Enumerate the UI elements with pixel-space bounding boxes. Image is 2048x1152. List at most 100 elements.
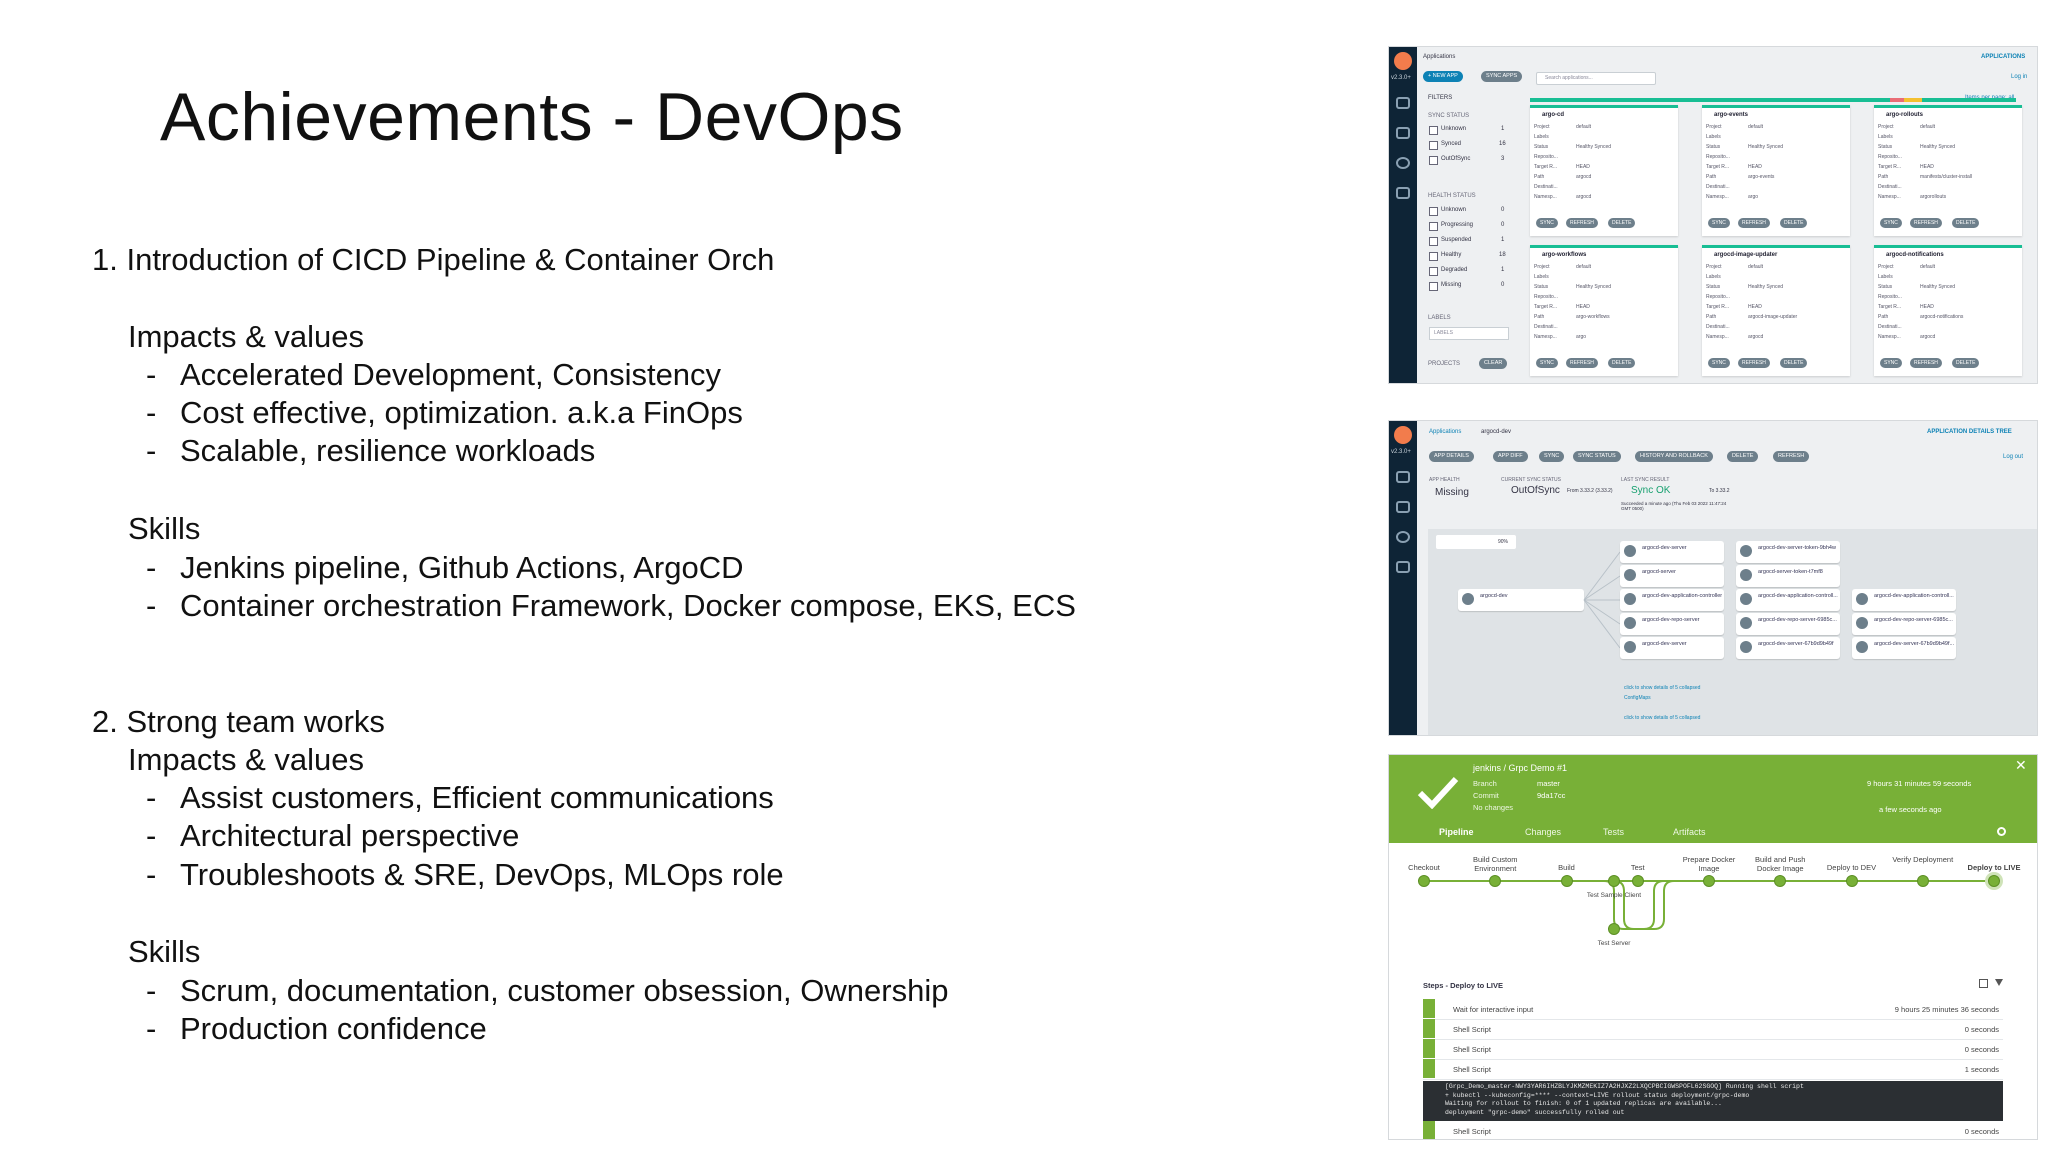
stage-node[interactable] xyxy=(1608,923,1620,935)
tree-node[interactable]: argocd-dev-repo-server-6985c... xyxy=(1736,613,1840,635)
applications-nav-icon[interactable] xyxy=(1396,97,1410,109)
user-nav-icon[interactable] xyxy=(1396,157,1410,169)
app-card[interactable]: argocd-notifications Project default Labels… xyxy=(1874,245,2022,376)
node-name: argocd-dev-application-controller xyxy=(1642,593,1723,599)
tree-node[interactable]: argocd-server-token-t7mf8 xyxy=(1736,565,1840,587)
stage-node[interactable] xyxy=(1560,875,1573,887)
step-row[interactable]: Shell Script 0 seconds xyxy=(1423,1121,2003,1139)
sync-status-button[interactable]: SYNC STATUS xyxy=(1573,451,1621,462)
stage-node[interactable] xyxy=(1845,875,1858,887)
open-external-icon[interactable] xyxy=(1979,979,1988,988)
app-card-refresh-button[interactable]: REFRESH xyxy=(1910,358,1942,368)
user-nav-icon[interactable] xyxy=(1396,531,1410,543)
tree-node[interactable]: argocd-dev-repo-server xyxy=(1620,613,1724,635)
app-card-delete-button[interactable]: DELETE xyxy=(1780,358,1808,368)
stage-node[interactable] xyxy=(1916,875,1929,887)
app-card[interactable]: argo-cd Project default Labels Status Healthy… xyxy=(1530,105,1678,236)
step-row[interactable]: Shell Script 0 seconds xyxy=(1423,1039,2003,1060)
app-card-refresh-button[interactable]: REFRESH xyxy=(1910,218,1942,228)
stage-node[interactable] xyxy=(1631,875,1644,887)
tab-changes[interactable]: Changes xyxy=(1525,827,1561,837)
filter-checkbox[interactable] xyxy=(1429,267,1438,276)
app-card-key: Status xyxy=(1534,144,1549,150)
tree-node[interactable]: argocd-dev-application-controller xyxy=(1620,589,1724,611)
docs-nav-icon[interactable] xyxy=(1396,561,1410,573)
search-input[interactable]: Search applications... xyxy=(1536,72,1656,85)
app-details-button[interactable]: APP DETAILS xyxy=(1429,451,1474,462)
step-row[interactable]: Wait for interactive input 9 hours 25 min… xyxy=(1423,999,2003,1020)
sync-apps-button[interactable]: SYNC APPS xyxy=(1481,71,1523,82)
docs-nav-icon[interactable] xyxy=(1396,187,1410,199)
tab-artifacts[interactable]: Artifacts xyxy=(1673,827,1706,837)
download-icon[interactable] xyxy=(1995,979,2003,986)
stage-node[interactable] xyxy=(1608,875,1620,887)
collapsed-link[interactable]: click to show details of 5 collapsed xyxy=(1624,715,1700,721)
stage-node[interactable] xyxy=(1703,875,1715,887)
app-card-refresh-button[interactable]: REFRESH xyxy=(1566,358,1598,368)
app-card-key: Destinati... xyxy=(1878,324,1902,330)
sync-button[interactable]: SYNC xyxy=(1539,451,1565,462)
app-card-delete-button[interactable]: DELETE xyxy=(1608,218,1636,228)
refresh-button[interactable]: REFRESH xyxy=(1773,451,1810,462)
close-icon[interactable]: ✕ xyxy=(2015,757,2027,774)
stage-node[interactable] xyxy=(1418,875,1430,887)
filter-checkbox[interactable] xyxy=(1429,237,1438,246)
filter-checkbox[interactable] xyxy=(1429,126,1438,135)
app-card-value: Healthy Synced xyxy=(1576,284,1612,290)
tab-pipeline[interactable]: Pipeline xyxy=(1439,827,1474,837)
app-card-delete-button[interactable]: DELETE xyxy=(1780,218,1808,228)
app-card-delete-button[interactable]: DELETE xyxy=(1952,218,1980,228)
clear-button[interactable]: CLEAR xyxy=(1479,358,1508,369)
app-card-sync-button[interactable]: SYNC xyxy=(1536,218,1558,228)
tree-node[interactable]: argocd-dev-server xyxy=(1620,541,1724,563)
settings-nav-icon[interactable] xyxy=(1396,127,1410,139)
new-app-button[interactable]: + NEW APP xyxy=(1423,71,1463,82)
step-row[interactable]: Shell Script 0 seconds xyxy=(1423,1019,2003,1040)
stage-node[interactable] xyxy=(1988,875,2000,887)
app-card-sync-button[interactable]: SYNC xyxy=(1708,218,1730,228)
labels-input[interactable]: LABELS xyxy=(1429,327,1509,340)
tree-node[interactable]: argocd-dev-application-controll... xyxy=(1736,589,1840,611)
app-card-sync-button[interactable]: SYNC xyxy=(1536,358,1558,368)
collapsed-link[interactable]: click to show details of 5 collapsed xyxy=(1624,685,1700,691)
filter-checkbox[interactable] xyxy=(1429,207,1438,216)
app-card-sync-button[interactable]: SYNC xyxy=(1880,358,1902,368)
app-card-delete-button[interactable]: DELETE xyxy=(1952,358,1980,368)
tree-node[interactable]: argocd-dev-server-token-9bh4w xyxy=(1736,541,1840,563)
app-card-refresh-button[interactable]: REFRESH xyxy=(1738,358,1770,368)
filter-checkbox[interactable] xyxy=(1429,156,1438,165)
delete-button[interactable]: DELETE xyxy=(1727,451,1759,462)
tree-node[interactable]: argocd-server xyxy=(1620,565,1724,587)
app-card-sync-button[interactable]: SYNC xyxy=(1708,358,1730,368)
tree-node[interactable]: argocd-dev-application-controll... xyxy=(1852,589,1956,611)
login-link[interactable]: Log in xyxy=(2011,74,2027,80)
filter-checkbox[interactable] xyxy=(1429,252,1438,261)
breadcrumb-root[interactable]: Applications xyxy=(1429,429,1461,435)
app-card[interactable]: argo-rollouts Project default Labels Status H… xyxy=(1874,105,2022,236)
applications-nav-icon[interactable] xyxy=(1396,471,1410,483)
filter-checkbox[interactable] xyxy=(1429,222,1438,231)
tree-node[interactable]: argocd-dev-server-67b9d9b49f... xyxy=(1852,637,1956,659)
filter-checkbox[interactable] xyxy=(1429,282,1438,291)
app-card-refresh-button[interactable]: REFRESH xyxy=(1566,218,1598,228)
app-card-refresh-button[interactable]: REFRESH xyxy=(1738,218,1770,228)
filter-checkbox[interactable] xyxy=(1429,141,1438,150)
app-card-value: argo-workflows xyxy=(1576,314,1610,320)
settings-nav-icon[interactable] xyxy=(1396,501,1410,513)
tree-node[interactable]: argocd-dev-server-67b9d9b49f xyxy=(1736,637,1840,659)
tree-node[interactable]: argocd-dev-repo-server-6985c... xyxy=(1852,613,1956,635)
app-card-value: HEAD xyxy=(1748,164,1762,170)
app-card-value: argo xyxy=(1576,334,1587,340)
settings-gear-icon[interactable] xyxy=(1997,827,2006,836)
app-card[interactable]: argo-workflows Project default Labels Status… xyxy=(1530,245,1678,376)
tab-tests[interactable]: Tests xyxy=(1603,827,1624,837)
tree-node[interactable]: argocd-dev-server xyxy=(1620,637,1724,659)
app-card-delete-button[interactable]: DELETE xyxy=(1608,358,1636,368)
step-row[interactable]: Shell Script 1 seconds xyxy=(1423,1059,2003,1080)
app-card-sync-button[interactable]: SYNC xyxy=(1880,218,1902,228)
logout-link[interactable]: Log out xyxy=(2003,454,2023,460)
history-rollback-button[interactable]: HISTORY AND ROLLBACK xyxy=(1635,451,1713,462)
app-diff-button[interactable]: APP DIFF xyxy=(1493,451,1528,462)
app-card[interactable]: argocd-image-updater Project default Labels… xyxy=(1702,245,1850,376)
app-card[interactable]: argo-events Project default Labels Status Hea… xyxy=(1702,105,1850,236)
